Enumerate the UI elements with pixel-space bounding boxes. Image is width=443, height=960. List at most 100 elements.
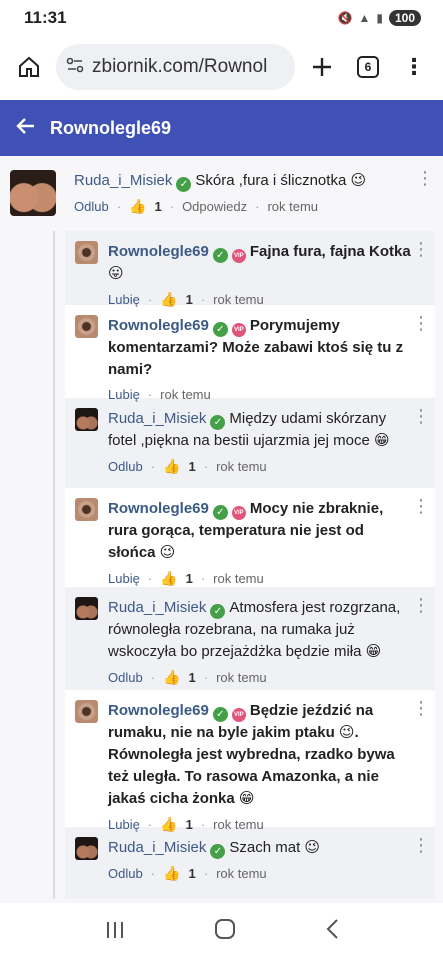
comment-time: rok temu — [213, 292, 264, 307]
like-button[interactable]: Lubię — [108, 817, 140, 832]
comment-time: rok temu — [267, 199, 319, 214]
like-count: 1 — [185, 817, 193, 832]
verified-icon: ✓ — [176, 177, 192, 192]
more-options-icon[interactable]: ⋮ — [411, 596, 431, 690]
reply-comment: Rownolegle69 ✓ VIP Fajna fura, fajna Kotka … — [65, 231, 435, 308]
reply-comment: Rownolegle69 ✓ VIP Będzie jeździć na rumaku… — [65, 690, 435, 832]
like-button[interactable]: Lubię — [108, 387, 140, 402]
comment-thread: Ruda_i_Misiek ✓ Skóra ,fura i ślicznotka 😉… — [0, 156, 443, 903]
more-options-icon[interactable]: ⋮ — [411, 836, 431, 899]
comment-time: rok temu — [213, 817, 264, 832]
comment-author[interactable]: Rownolegle69 — [108, 702, 209, 719]
comment-author[interactable]: Rownolegle69 — [108, 243, 209, 260]
comment-text: Szach mat 😉 — [229, 839, 321, 856]
like-button[interactable]: Odlub — [108, 670, 143, 685]
comment-author[interactable]: Rownolegle69 — [108, 317, 209, 334]
battery-icon: 100 — [388, 10, 421, 26]
avatar[interactable] — [75, 498, 98, 521]
verified-icon: ✓ — [212, 707, 228, 722]
tab-count: 6 — [357, 56, 379, 78]
avatar[interactable] — [75, 837, 98, 860]
recent-apps-icon[interactable] — [105, 919, 125, 945]
verified-icon: ✓ — [212, 322, 228, 337]
reply-comment: Ruda_i_Misiek ✓ Atmosfera jest rozgrzana, … — [65, 587, 435, 690]
tab-switcher-button[interactable]: 6 — [349, 48, 387, 86]
browser-toolbar: zbiornik.com/Rownol 6 ⋮ — [0, 36, 443, 98]
thumbs-up-icon[interactable]: 👍 — [160, 816, 177, 833]
comment-text: Skóra ,fura i ślicznotka 😉 — [195, 172, 367, 189]
root-comment: Ruda_i_Misiek ✓ Skóra ,fura i ślicznotka 😉… — [0, 156, 443, 231]
verified-icon: ✓ — [212, 505, 228, 520]
status-time: 11:31 — [24, 8, 67, 27]
like-count: 1 — [185, 571, 193, 586]
new-tab-icon[interactable] — [303, 48, 341, 86]
url-text: zbiornik.com/Rownol — [92, 56, 268, 77]
comment-author[interactable]: Ruda_i_Misiek — [108, 410, 206, 427]
vip-badge: VIP — [231, 708, 246, 722]
reply-comment: Ruda_i_Misiek ✓ Między udami skórzany fote… — [65, 398, 435, 488]
more-options-icon[interactable]: ⋮ — [415, 169, 435, 231]
like-count: 1 — [154, 199, 162, 214]
vip-badge: VIP — [231, 249, 246, 263]
comment-author[interactable]: Ruda_i_Misiek — [108, 599, 206, 616]
thumbs-up-icon[interactable]: 👍 — [129, 198, 146, 215]
more-options-icon[interactable]: ⋮ — [411, 407, 431, 488]
back-nav-icon[interactable] — [325, 918, 339, 946]
avatar[interactable] — [75, 241, 98, 264]
more-options-icon[interactable]: ⋮ — [411, 497, 431, 587]
like-button[interactable]: Odlub — [74, 199, 109, 214]
verified-icon: ✓ — [212, 248, 228, 263]
comment-author[interactable]: Rownolegle69 — [108, 500, 209, 517]
avatar[interactable] — [75, 597, 98, 620]
thumbs-up-icon[interactable]: 👍 — [163, 458, 180, 475]
like-count: 1 — [188, 670, 196, 685]
comment-time: rok temu — [213, 571, 264, 586]
thumbs-up-icon[interactable]: 👍 — [163, 865, 180, 882]
more-options-icon[interactable]: ⋮ — [411, 240, 431, 305]
thumbs-up-icon[interactable]: 👍 — [160, 570, 177, 587]
verified-icon: ✓ — [210, 415, 226, 430]
page-title: Rownolegle69 — [50, 117, 172, 138]
thumbs-up-icon[interactable]: 👍 — [163, 669, 180, 686]
system-nav-bar — [0, 903, 443, 960]
avatar[interactable] — [75, 408, 98, 431]
signal-icon: ▮ — [376, 11, 383, 25]
comment-time: rok temu — [160, 387, 211, 402]
more-options-icon[interactable]: ⋮ — [411, 699, 431, 827]
status-icons: 🔇 ▲ ▮ 100 — [338, 10, 421, 26]
address-bar[interactable]: zbiornik.com/Rownol — [56, 44, 295, 90]
more-options-icon[interactable]: ⋮ — [411, 314, 431, 398]
comment-author[interactable]: Ruda_i_Misiek — [108, 839, 206, 856]
reply-button[interactable]: Odpowiedz — [182, 199, 247, 214]
mute-icon: 🔇 — [337, 11, 353, 25]
like-count: 1 — [188, 866, 196, 881]
like-button[interactable]: Odlub — [108, 459, 143, 474]
wifi-icon: ▲ — [358, 11, 371, 25]
like-count: 1 — [188, 459, 196, 474]
status-bar: 11:31 🔇 ▲ ▮ 100 — [0, 0, 443, 36]
verified-icon: ✓ — [210, 604, 226, 619]
like-button[interactable]: Lubię — [108, 292, 140, 307]
back-arrow-icon[interactable] — [14, 115, 36, 142]
like-button[interactable]: Lubię — [108, 571, 140, 586]
comment-time: rok temu — [216, 866, 267, 881]
reply-comment: Ruda_i_Misiek ✓ Szach mat 😉 Odlub · 👍 1 · rok t… — [65, 827, 435, 899]
comment-time: rok temu — [216, 670, 267, 685]
replies-list: Rownolegle69 ✓ VIP Fajna fura, fajna Kotka … — [53, 231, 435, 899]
home-icon[interactable] — [10, 48, 48, 86]
app-header: Rownolegle69 — [0, 100, 443, 156]
comment-time: rok temu — [216, 459, 267, 474]
reply-comment: Rownolegle69 ✓ VIP Porymujemy komentarzami?… — [65, 305, 435, 402]
avatar[interactable] — [75, 315, 98, 338]
site-settings-icon[interactable] — [66, 56, 84, 79]
avatar[interactable] — [10, 170, 56, 216]
thumbs-up-icon[interactable]: 👍 — [160, 291, 177, 308]
browser-menu-icon[interactable]: ⋮ — [395, 48, 433, 86]
vip-badge: VIP — [231, 323, 246, 337]
like-button[interactable]: Odlub — [108, 866, 143, 881]
reply-comment: Rownolegle69 ✓ VIP Mocy nie zbraknie, rura … — [65, 488, 435, 587]
comment-author[interactable]: Ruda_i_Misiek — [74, 172, 172, 189]
avatar[interactable] — [75, 700, 98, 723]
home-nav-icon[interactable] — [214, 918, 236, 946]
like-count: 1 — [185, 292, 193, 307]
